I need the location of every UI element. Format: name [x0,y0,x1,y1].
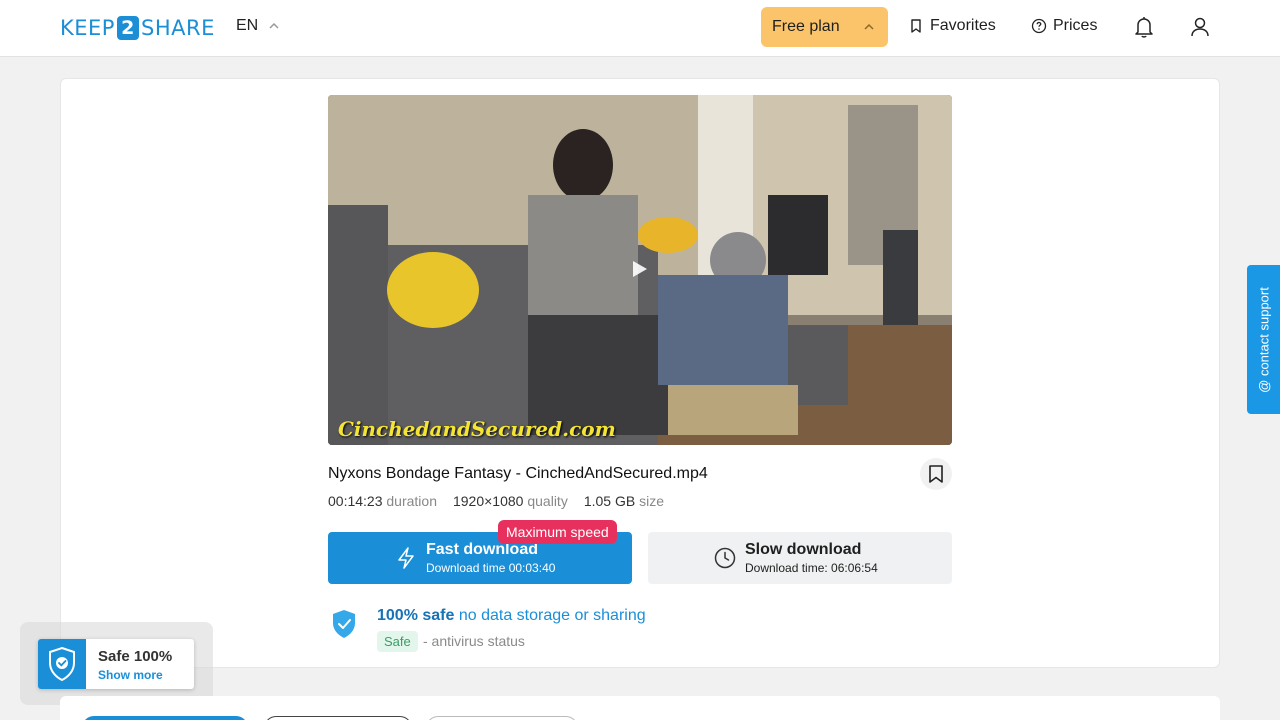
bookmark-icon [929,465,943,483]
safety-headline: 100% safe no data storage or sharing [377,607,646,625]
logo-text-2: 2 [116,16,139,40]
show-more-link[interactable]: Show more [98,668,163,682]
chevron-up-icon [864,23,874,30]
safety-headline-bold: 100% safe [377,607,455,624]
free-plan-button[interactable]: Free plan [761,7,888,47]
play-icon[interactable] [628,258,650,280]
top-header: KEEP 2 SHARE EN Free plan Favorites Prices [0,0,1280,57]
meta-duration: 00:14:23 duration [328,493,437,509]
slow-download-button[interactable]: Slow download Download time: 06:06:54 [648,532,952,584]
bottom-tab-2[interactable] [264,716,412,720]
fast-download-time: Download time 00:03:40 [426,561,556,575]
favorites-link[interactable]: Favorites [908,17,996,35]
safe-badge-widget: Safe 100% Show more [20,622,213,705]
prices-link[interactable]: Prices [1031,17,1097,35]
safe-badge-title: Safe 100% [98,648,173,665]
question-circle-icon [1031,18,1047,34]
file-meta: 00:14:23 duration 1920×1080 quality 1.05… [328,493,664,509]
keep2share-logo[interactable]: KEEP 2 SHARE [60,15,215,41]
favorites-label: Favorites [930,17,996,34]
language-label: EN [236,17,259,34]
contact-support-label: @ contact support [1256,286,1271,393]
size-value: 1.05 GB [583,493,636,509]
slow-download-title: Slow download [745,541,862,558]
safety-headline-rest: no data storage or sharing [454,607,646,624]
shield-check-icon [333,610,355,638]
bell-icon[interactable] [1133,15,1155,39]
add-to-favorites-button[interactable] [920,458,952,490]
slow-download-time: Download time: 06:06:54 [745,561,878,575]
safe-badge-card[interactable]: Safe 100% Show more [38,639,194,689]
logo-text-keep: KEEP [60,16,115,40]
meta-size: 1.05 GB size [584,493,664,509]
prices-label: Prices [1053,17,1098,34]
video-watermark: CinchedandSecured.com [338,417,616,441]
shield-check-icon [49,646,75,682]
user-icon[interactable] [1189,15,1211,39]
chevron-up-icon [269,22,279,29]
size-label: size [639,493,664,509]
duration-value: 00:14:23 [328,493,383,509]
bottom-tab-3[interactable] [426,716,578,720]
maximum-speed-badge: Maximum speed [498,520,617,544]
plan-label: Free plan [772,18,840,35]
bottom-tab-1[interactable] [82,716,248,720]
bookmark-icon [911,19,921,33]
quality-label: quality [527,493,568,509]
contact-support-tab[interactable]: @ contact support [1247,265,1280,414]
antivirus-status-text: - antivirus status [423,633,525,649]
file-name: Nyxons Bondage Fantasy - CinchedAndSecur… [328,465,708,482]
quality-value: 1920×1080 [452,493,524,509]
meta-quality: 1920×1080 quality [453,493,568,509]
duration-label: duration [386,493,437,509]
safe-badge-icon-box [38,639,86,689]
lightning-icon [398,547,414,569]
clock-icon [714,547,736,569]
antivirus-safe-tag: Safe [377,631,418,652]
language-selector[interactable]: EN [236,17,280,35]
logo-text-share: SHARE [140,16,215,40]
video-preview[interactable]: CinchedandSecured.com [328,95,952,445]
